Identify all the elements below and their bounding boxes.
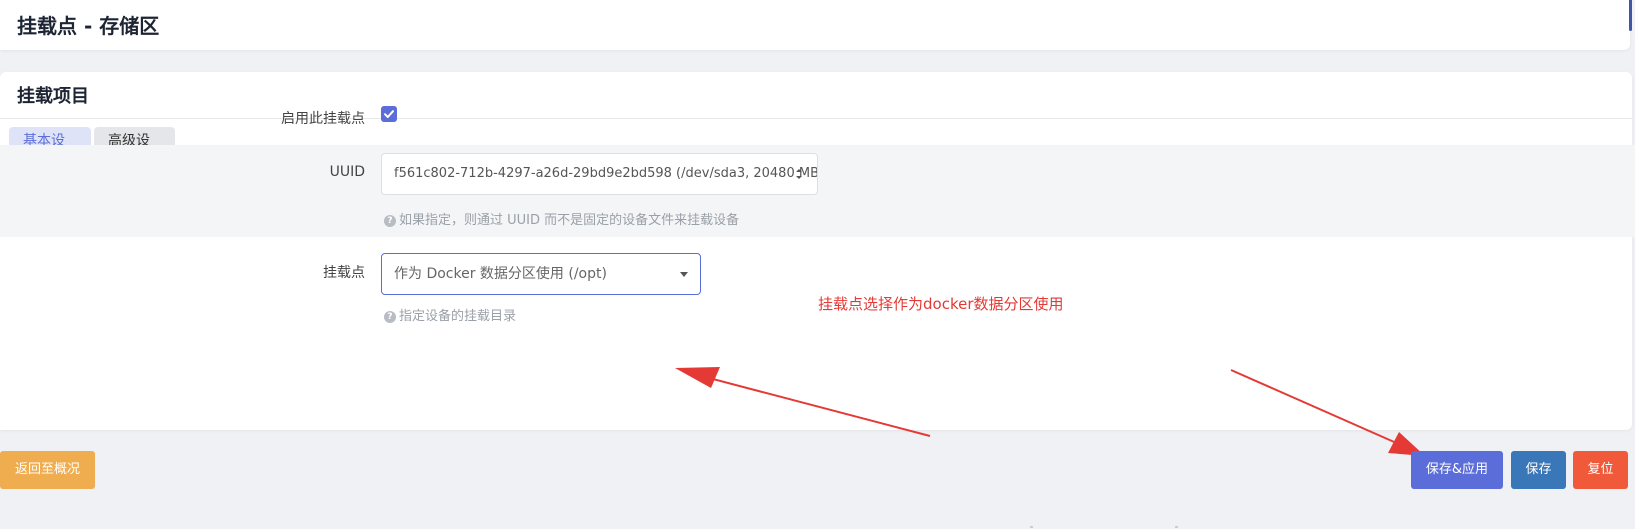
- arrow-to-mountpoint: [675, 367, 931, 437]
- back-to-overview-button[interactable]: 返回至概况: [0, 451, 95, 489]
- save-button[interactable]: 保存: [1511, 451, 1566, 489]
- divider: [1175, 526, 1178, 528]
- reset-button[interactable]: 复位: [1573, 451, 1628, 489]
- save-apply-button[interactable]: 保存&应用: [1411, 451, 1503, 489]
- annotation-arrows: [675, 367, 1425, 456]
- divider: [1030, 526, 1033, 528]
- arrow-to-save-apply: [1230, 369, 1425, 456]
